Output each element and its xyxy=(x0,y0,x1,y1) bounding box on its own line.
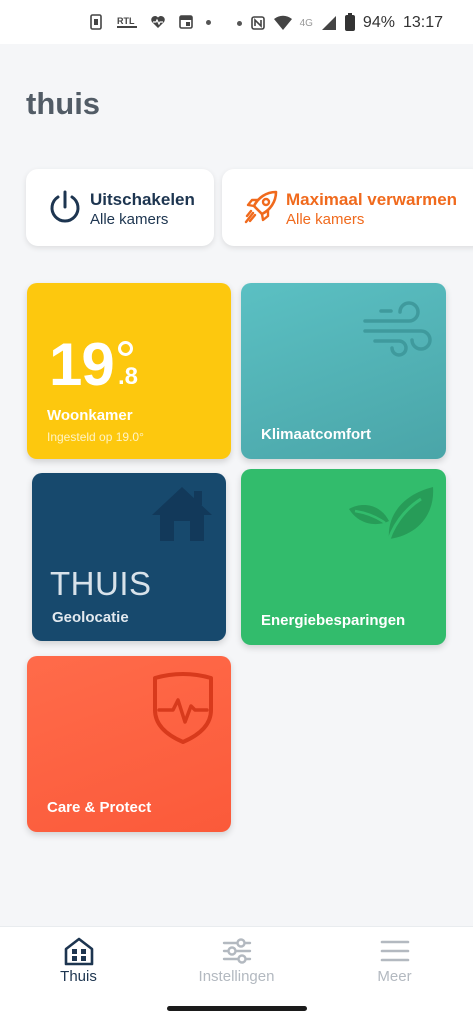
action-subtitle: Alle kamers xyxy=(90,211,169,228)
care-protect-tile[interactable]: Care & Protect xyxy=(27,656,231,832)
leaves-icon xyxy=(349,487,434,548)
action-title: Uitschakelen xyxy=(90,190,195,209)
house-icon xyxy=(152,487,212,541)
nav-tab-thuis[interactable]: Thuis xyxy=(0,927,157,997)
temperature-decimal: .8 xyxy=(118,363,139,390)
dot-icon xyxy=(236,20,242,26)
power-icon xyxy=(50,190,80,223)
tile-label: Care & Protect xyxy=(47,799,152,816)
svg-text:RTL: RTL xyxy=(117,16,135,26)
battery-percent: 94% xyxy=(362,14,395,31)
rtl-news-icon: RTL xyxy=(117,16,137,28)
nav-label: Thuis xyxy=(60,968,97,985)
home-indicator[interactable] xyxy=(167,1006,307,1011)
status-bar: RTL 4G 94% 13:17 xyxy=(0,0,473,44)
energy-savings-tile[interactable]: Energiebesparingen xyxy=(241,469,446,645)
heart-icon xyxy=(151,16,165,28)
home-grid-icon xyxy=(64,937,94,966)
battery-icon xyxy=(344,13,355,31)
nfc-icon xyxy=(250,16,265,30)
geolocation-tile[interactable]: THUIS Geolocatie xyxy=(32,473,226,641)
page-title: thuis xyxy=(26,86,101,121)
menu-icon xyxy=(380,940,410,962)
max-heat-all-button[interactable]: Maximaal verwarmen Alle kamers xyxy=(222,169,473,246)
shield-heartbeat-icon xyxy=(153,672,213,744)
room-setpoint: Ingesteld op 19.0° xyxy=(47,430,144,444)
presence-status: THUIS xyxy=(50,565,152,602)
rocket-icon xyxy=(244,190,278,224)
tile-label: Geolocatie xyxy=(52,609,129,626)
dot-icon xyxy=(206,19,211,25)
signal-icon xyxy=(321,16,336,30)
sim-icon xyxy=(90,14,102,30)
wind-icon xyxy=(363,301,432,357)
room-name: Woonkamer xyxy=(47,407,133,424)
network-type: 4G xyxy=(299,17,313,29)
action-subtitle: Alle kamers xyxy=(286,211,365,228)
sliders-icon xyxy=(222,938,252,964)
action-title: Maximaal verwarmen xyxy=(286,190,458,209)
nav-tab-instellingen[interactable]: Instellingen xyxy=(158,927,315,997)
nav-label: Instellingen xyxy=(198,968,275,985)
climate-comfort-tile[interactable]: Klimaatcomfort xyxy=(241,283,446,459)
switch-off-all-button[interactable]: Uitschakelen Alle kamers xyxy=(26,169,214,246)
room-tile-woonkamer[interactable]: 19 .8 Woonkamer Ingesteld op 19.0° xyxy=(27,283,231,459)
degree-icon xyxy=(118,341,133,356)
calendar-icon xyxy=(179,15,193,29)
wifi-icon xyxy=(273,15,292,30)
nav-label: Meer xyxy=(377,968,412,985)
clock: 13:17 xyxy=(402,14,443,31)
tile-label: Klimaatcomfort xyxy=(261,426,372,443)
nav-tab-meer[interactable]: Meer xyxy=(316,927,473,997)
temperature-main: 19 xyxy=(49,331,115,398)
tile-label: Energiebesparingen xyxy=(261,612,406,629)
